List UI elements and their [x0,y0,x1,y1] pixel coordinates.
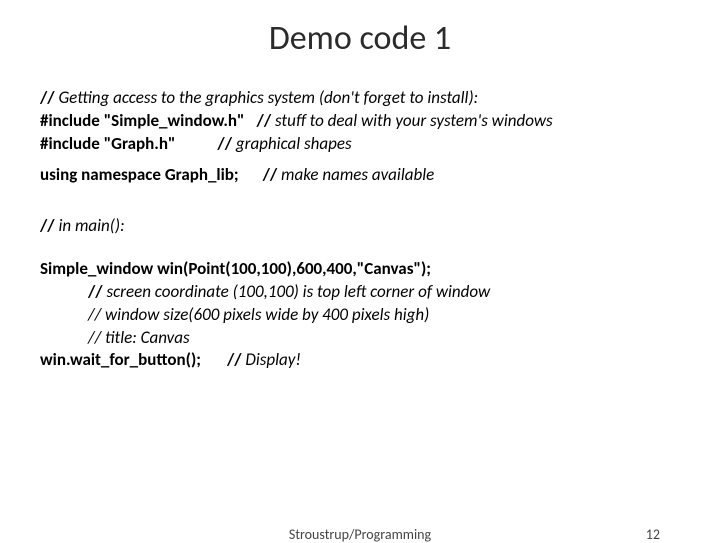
comment-marker: // [257,110,272,131]
page-number: 12 [646,526,660,543]
comment-text: // title: Canvas [40,327,190,350]
comment-marker: // [217,133,232,154]
slide-title: Demo code 1 [40,18,680,59]
comment-text: stuff to deal with your system's windows [271,110,553,131]
code-line: using namespace Graph_lib; // make names … [40,164,680,187]
comment-text: graphical shapes [232,133,352,154]
code-block-1: // Getting access to the graphics system… [40,87,680,187]
code-line: win.wait_for_button(); // Display! [40,349,680,372]
code-text: using namespace Graph_lib; [40,164,239,185]
comment-text: // window size(600 pixels wide by 400 pi… [40,304,429,327]
code-text: #include "Simple_window.h" [40,110,245,131]
code-line: // screen coordinate (100,100) is top le… [40,281,680,304]
code-line: // Getting access to the graphics system… [40,87,680,110]
comment-marker: // [263,164,278,185]
comment-text: screen coordinate (100,100) is top left … [106,281,490,302]
code-line: // window size(600 pixels wide by 400 pi… [40,304,680,327]
code-text: #include "Graph.h" [40,133,175,154]
code-line: // in main(): [40,215,680,238]
code-block-2: // in main(): Simple_window win(Point(10… [40,215,680,373]
code-line: #include "Simple_window.h" // stuff to de… [40,110,680,133]
comment-text: Getting access to the graphics system (d… [55,87,479,108]
code-line: #include "Graph.h" // graphical shapes [40,133,680,156]
code-line: // title: Canvas [40,327,680,350]
comment-marker: // [40,215,55,236]
slide: Demo code 1 // Getting access to the gra… [0,0,720,540]
code-text: Simple_window win(Point(100,100),600,400… [40,258,431,279]
comment-marker: // [227,349,242,370]
comment-text: in main(): [55,215,125,236]
code-text: win.wait_for_button(); [40,349,201,370]
footer-text: Stroustrup/Programming [0,526,720,543]
comment-marker: // [88,281,106,302]
comment-text: Display! [242,349,301,370]
comment-text: make names available [277,164,434,185]
comment-marker: // [40,87,55,108]
code-line: Simple_window win(Point(100,100),600,400… [40,258,680,281]
